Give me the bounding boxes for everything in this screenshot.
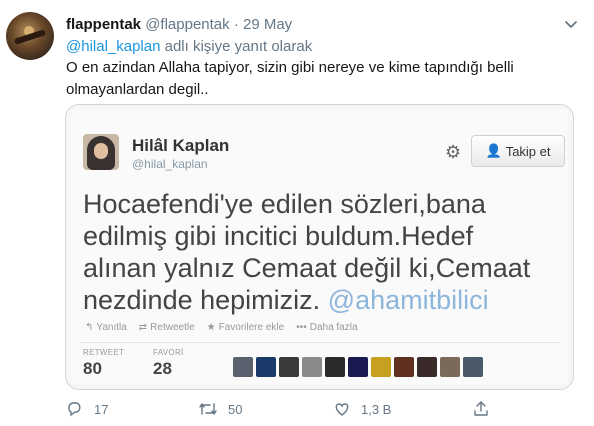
embedded-favorite-stat: FAVORİ 28: [153, 348, 184, 378]
reply-mention-link[interactable]: @hilal_kaplan: [66, 38, 160, 55]
embedded-action-favorite: ★ Favorilere ekle: [206, 322, 285, 333]
embedded-tweet-screenshot: Hilâl Kaplan @hilal_kaplan ⚙ 👤 Takip et …: [71, 110, 568, 384]
reply-context-text: adlı kişiye yanıt olarak: [164, 38, 313, 55]
tweet-date[interactable]: 29 May: [243, 16, 292, 33]
reply-icon: [68, 402, 81, 417]
user-thumbnail: [302, 357, 322, 377]
reply-count: 17: [94, 401, 109, 417]
follow-label: Takip et: [505, 143, 551, 159]
author-handle[interactable]: @flappentak: [145, 16, 229, 33]
user-thumbnail: [256, 357, 276, 377]
retweet-button[interactable]: 50: [198, 400, 242, 418]
user-thumbnail: [325, 357, 345, 377]
embedded-body-mention: @ahamitbilici: [327, 285, 489, 315]
chevron-down-icon[interactable]: [561, 14, 581, 34]
separator-dot: ·: [233, 16, 239, 33]
author-name[interactable]: flappentak: [66, 16, 141, 33]
embedded-body: Hocaefendi'ye edilen sözleri,bana edilmi…: [83, 188, 553, 316]
embedded-action-reply: ↰ Yanıtla: [85, 322, 127, 333]
tweet-text: O en azindan Allaha tapiyor, sizin gibi …: [66, 59, 514, 98]
user-thumbnail: [440, 357, 460, 377]
embedded-retweet-stat: RETWEET 80: [83, 348, 125, 378]
divider: [81, 342, 561, 343]
user-thumbnail: [371, 357, 391, 377]
user-thumbnail: [233, 357, 253, 377]
heart-icon: [335, 403, 349, 416]
gear-icon: ⚙: [445, 142, 462, 162]
add-user-icon: 👤: [485, 143, 502, 158]
author-avatar[interactable]: [6, 12, 54, 60]
user-thumbnail: [348, 357, 368, 377]
reply-context: @hilal_kaplan adlı kişiye yanıt olarak: [66, 37, 312, 57]
like-button[interactable]: 1,3 B: [333, 400, 391, 418]
embedded-action-more: ••• Daha fazla: [296, 322, 358, 333]
embedded-author-handle: @hilal_kaplan: [132, 157, 208, 171]
user-thumbnail: [417, 357, 437, 377]
share-icon: [474, 401, 488, 416]
attached-image[interactable]: Hilâl Kaplan @hilal_kaplan ⚙ 👤 Takip et …: [65, 104, 574, 390]
tweet-header: flappentak @flappentak · 29 May: [66, 15, 292, 35]
embedded-user-thumbnails: [233, 357, 483, 377]
embedded-action-retweet: ⇄ Retweetle: [138, 322, 195, 333]
user-thumbnail: [394, 357, 414, 377]
user-thumbnail: [463, 357, 483, 377]
follow-button: 👤 Takip et: [471, 135, 565, 167]
share-button[interactable]: [472, 400, 490, 418]
retweet-icon: [199, 403, 217, 415]
embedded-actions: ↰ Yanıtla ⇄ Retweetle ★ Favorilere ekle •••…: [85, 322, 358, 333]
embedded-author-name: Hilâl Kaplan: [132, 136, 230, 155]
reply-button[interactable]: 17: [66, 400, 108, 418]
like-count: 1,3 B: [361, 401, 392, 417]
retweet-count: 50: [228, 401, 243, 417]
user-thumbnail: [279, 357, 299, 377]
embedded-avatar: [83, 134, 119, 170]
